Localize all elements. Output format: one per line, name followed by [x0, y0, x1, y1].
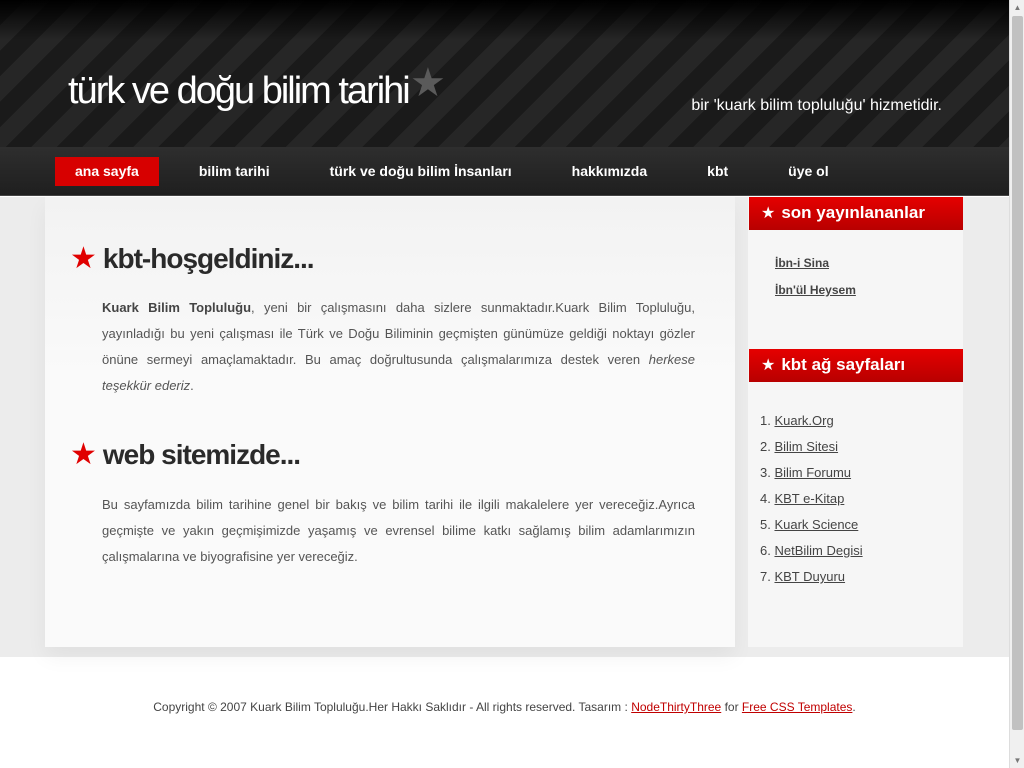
recent-link[interactable]: İbn'ül Heysem [775, 283, 856, 310]
nav-item-ana-sayfa[interactable]: ana sayfa [55, 157, 159, 186]
main-nav: ana sayfa bilim tarihi türk ve doğu bili… [0, 147, 1009, 196]
list-item: 5. Kuark Science [760, 517, 863, 543]
item-number: 1. [760, 413, 771, 428]
star-icon: ★ [70, 241, 97, 276]
item-number: 3. [760, 465, 771, 480]
site-header: türk ve doğu bilim tarihi ★ bir 'kuark b… [0, 0, 1009, 147]
nav-item-bilim-tarihi[interactable]: bilim tarihi [179, 157, 290, 186]
website-paragraph: Bu sayfamızda bilim tarihine genel bir b… [102, 497, 695, 564]
footer-end: . [852, 700, 856, 714]
network-list: 1. Kuark.Org 2. Bilim Sitesi 3. Bilim Fo… [760, 413, 863, 595]
star-icon: ★ [410, 60, 446, 106]
nav-item-kbt[interactable]: kbt [687, 157, 748, 186]
site-tagline: bir 'kuark bilim topluluğu' hizmetidir. [691, 97, 942, 114]
site-footer: Copyright © 2007 Kuark Bilim Topluluğu.H… [0, 700, 1009, 714]
list-item: 2. Bilim Sitesi [760, 439, 863, 465]
star-icon: ★ [761, 355, 776, 374]
list-item: 7. KBT Duyuru [760, 569, 863, 595]
item-number: 4. [760, 491, 771, 506]
paragraph-end: . [190, 378, 194, 393]
bold-lead: Kuark Bilim Topluluğu [102, 300, 252, 315]
scroll-down-icon[interactable]: ▼ [1010, 753, 1024, 768]
section-title: web sitemizde... [102, 439, 301, 470]
network-link[interactable]: Bilim Forumu [774, 465, 851, 480]
sidebar-heading-label: son yayınlananlar [781, 203, 925, 222]
recent-list: İbn-i Sina İbn'ül Heysem [775, 256, 856, 310]
list-item: 3. Bilim Forumu [760, 465, 863, 491]
network-link[interactable]: Kuark.Org [774, 413, 833, 428]
star-icon: ★ [70, 437, 97, 472]
star-icon: ★ [761, 203, 776, 222]
vertical-scrollbar[interactable]: ▲ ▼ [1009, 0, 1024, 768]
network-link[interactable]: Bilim Sitesi [774, 439, 838, 454]
sidebar-heading-recent: ★ son yayınlananlar [749, 197, 963, 230]
copyright-text: Copyright © 2007 Kuark Bilim Topluluğu.H… [153, 700, 632, 714]
site-title[interactable]: türk ve doğu bilim tarihi [68, 70, 411, 113]
recent-link[interactable]: İbn-i Sina [775, 256, 856, 283]
scrollbar-thumb[interactable] [1012, 16, 1023, 730]
network-link[interactable]: Kuark Science [774, 517, 858, 532]
footer-for: for [721, 700, 742, 714]
list-item: 6. NetBilim Degisi [760, 543, 863, 569]
scroll-up-icon[interactable]: ▲ [1010, 0, 1024, 15]
network-link[interactable]: NetBilim Degisi [774, 543, 862, 558]
sidebar-heading-label: kbt ağ sayfaları [781, 355, 906, 374]
sidebar-heading-network: ★ kbt ağ sayfaları [749, 349, 963, 382]
list-item: 1. Kuark.Org [760, 413, 863, 439]
network-link[interactable]: KBT Duyuru [774, 569, 845, 584]
section-title: kbt-hoşgeldiniz... [102, 243, 315, 274]
nav-item-bilim-insanlari[interactable]: türk ve doğu bilim İnsanları [310, 157, 532, 186]
designer-link[interactable]: NodeThirtyThree [631, 700, 721, 714]
list-item: 4. KBT e-Kitap [760, 491, 863, 517]
item-number: 5. [760, 517, 771, 532]
welcome-paragraph: Kuark Bilim Topluluğu, yeni bir çalışmas… [102, 295, 695, 399]
network-link[interactable]: KBT e-Kitap [774, 491, 844, 506]
nav-item-hakkimizda[interactable]: hakkımızda [552, 157, 667, 186]
item-number: 2. [760, 439, 771, 454]
item-number: 6. [760, 543, 771, 558]
templates-link[interactable]: Free CSS Templates [742, 700, 853, 714]
section-heading-website: ★ web sitemizde... [70, 437, 301, 472]
section-heading-welcome: ★ kbt-hoşgeldiniz... [70, 241, 315, 276]
item-number: 7. [760, 569, 771, 584]
nav-item-uye-ol[interactable]: üye ol [768, 157, 848, 186]
